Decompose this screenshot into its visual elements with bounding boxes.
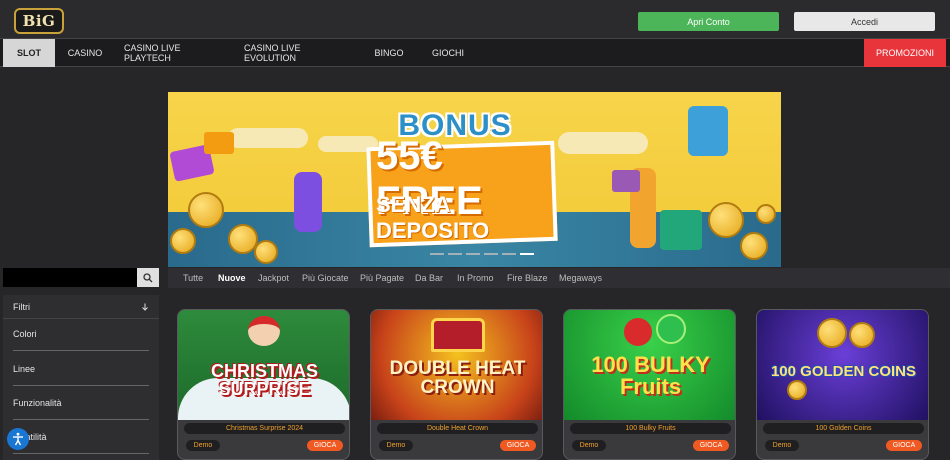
nav-item-promozioni[interactable]: PROMOZIONI bbox=[864, 39, 946, 67]
santa-icon bbox=[248, 316, 280, 346]
game-title-art: 100 BULKY Fruits bbox=[591, 352, 710, 399]
tab-piu-pagate[interactable]: Più Pagate bbox=[360, 268, 404, 288]
promo-banner[interactable]: BONUS 55€ FREE SENZA DEPOSITO bbox=[168, 92, 781, 267]
gold-coin-icon bbox=[849, 322, 875, 348]
search-icon bbox=[143, 272, 153, 282]
play-button[interactable]: GIOCA bbox=[693, 440, 729, 451]
game-title-art: CHRISTMAS SURPRISE bbox=[211, 361, 318, 399]
tab-da-bar[interactable]: Da Bar bbox=[415, 268, 443, 288]
tab-jackpot[interactable]: Jackpot bbox=[258, 268, 289, 288]
carousel-indicators bbox=[430, 253, 534, 255]
carousel-dot[interactable] bbox=[484, 253, 498, 255]
gift-box-icon bbox=[660, 210, 702, 250]
gold-coin-icon bbox=[787, 380, 807, 400]
arrow-down-icon bbox=[142, 303, 148, 311]
accessibility-button[interactable] bbox=[7, 428, 29, 450]
cloud-decoration bbox=[558, 132, 648, 154]
main-nav: SLOT CASINO CASINO LIVE PLAYTECH CASINO … bbox=[0, 38, 950, 67]
tab-nuove[interactable]: Nuove bbox=[218, 268, 246, 288]
carousel-dot-active[interactable] bbox=[520, 253, 534, 255]
game-category-tabs: Tutte Nuove Jackpot Più Giocate Più Paga… bbox=[168, 268, 950, 288]
play-button[interactable]: GIOCA bbox=[500, 440, 536, 451]
game-card-100-golden-coins[interactable]: 100 GOLDEN COINS 100 Golden Coins Demo G… bbox=[756, 309, 929, 460]
nav-item-slot[interactable]: SLOT bbox=[3, 39, 55, 67]
tab-in-promo[interactable]: In Promo bbox=[457, 268, 494, 288]
coin-icon bbox=[254, 240, 278, 264]
tab-tutte[interactable]: Tutte bbox=[183, 268, 203, 288]
search-input[interactable] bbox=[3, 268, 137, 287]
nav-item-casino-live-playtech[interactable]: CASINO LIVE PLAYTECH bbox=[124, 39, 226, 67]
filter-linee[interactable]: Linee bbox=[13, 352, 149, 386]
top-header: BiG Apri Conto Accedi bbox=[0, 0, 950, 38]
cloud-decoration bbox=[228, 128, 308, 148]
carousel-dot[interactable] bbox=[502, 253, 516, 255]
carousel-dot[interactable] bbox=[466, 253, 480, 255]
game-name: Double Heat Crown bbox=[377, 423, 538, 434]
running-man-figure bbox=[294, 172, 322, 232]
carousel-dot[interactable] bbox=[448, 253, 462, 255]
game-name: 100 Golden Coins bbox=[763, 423, 924, 434]
clover-icon bbox=[656, 314, 686, 344]
tab-piu-giocate[interactable]: Più Giocate bbox=[302, 268, 349, 288]
demo-button[interactable]: Demo bbox=[572, 440, 606, 451]
game-title-art: DOUBLE HEAT CROWN bbox=[389, 358, 526, 398]
game-thumbnail[interactable]: CHRISTMAS SURPRISE bbox=[178, 310, 349, 420]
cherry-icon bbox=[624, 318, 652, 346]
gift-box-icon bbox=[612, 170, 640, 192]
filter-funzionalita[interactable]: Funzionalità bbox=[13, 386, 149, 420]
nav-item-giochi[interactable]: GIOCHI bbox=[428, 39, 468, 67]
play-button[interactable]: GIOCA bbox=[886, 440, 922, 451]
game-title-art: 100 GOLDEN COINS bbox=[770, 362, 917, 380]
slot-machine-icon bbox=[688, 106, 728, 156]
nav-item-casino[interactable]: CASINO bbox=[62, 39, 108, 67]
demo-button[interactable]: Demo bbox=[379, 440, 413, 451]
nav-item-casino-live-evolution[interactable]: CASINO LIVE EVOLUTION bbox=[244, 39, 352, 67]
nav-item-bingo[interactable]: BINGO bbox=[370, 39, 408, 67]
search-button[interactable] bbox=[137, 268, 159, 287]
demo-button[interactable]: Demo bbox=[186, 440, 220, 451]
game-thumbnail[interactable]: DOUBLE HEAT CROWN bbox=[371, 310, 542, 420]
game-thumbnail[interactable]: 100 GOLDEN COINS bbox=[757, 310, 928, 420]
gift-box-icon bbox=[204, 132, 234, 154]
roulette-icon bbox=[188, 192, 224, 228]
crown-icon bbox=[431, 318, 485, 352]
site-logo[interactable]: BiG bbox=[14, 8, 64, 34]
game-thumbnail[interactable]: 100 BULKY Fruits bbox=[564, 310, 735, 420]
game-name: Christmas Surprise 2024 bbox=[184, 423, 345, 434]
tab-fire-blaze[interactable]: Fire Blaze bbox=[507, 268, 548, 288]
login-button[interactable]: Accedi bbox=[794, 12, 935, 31]
game-card-100-bulky-fruits[interactable]: 100 BULKY Fruits 100 Bulky Fruits Demo G… bbox=[563, 309, 736, 460]
filter-colori[interactable]: Colori bbox=[13, 317, 149, 351]
open-account-button[interactable]: Apri Conto bbox=[638, 12, 779, 31]
game-name: 100 Bulky Fruits bbox=[570, 423, 731, 434]
tab-megaways[interactable]: Megaways bbox=[559, 268, 602, 288]
coin-icon bbox=[756, 204, 776, 224]
carousel-dot[interactable] bbox=[430, 253, 444, 255]
coin-icon bbox=[170, 228, 196, 254]
roulette-icon bbox=[708, 202, 744, 238]
game-card-christmas-surprise[interactable]: CHRISTMAS SURPRISE Christmas Surprise 20… bbox=[177, 309, 350, 460]
banner-subline: SENZA DEPOSITO bbox=[376, 192, 490, 243]
game-card-double-heat-crown[interactable]: DOUBLE HEAT CROWN Double Heat Crown Demo… bbox=[370, 309, 543, 460]
accessibility-icon bbox=[13, 432, 23, 446]
gold-coin-icon bbox=[817, 318, 847, 348]
filters-title: Filtri bbox=[13, 301, 30, 312]
demo-button[interactable]: Demo bbox=[765, 440, 799, 451]
filter-volatilita[interactable]: Volatilità bbox=[13, 420, 149, 454]
play-button[interactable]: GIOCA bbox=[307, 440, 343, 451]
coin-icon bbox=[740, 232, 768, 260]
filters-header[interactable]: Filtri bbox=[3, 295, 159, 319]
